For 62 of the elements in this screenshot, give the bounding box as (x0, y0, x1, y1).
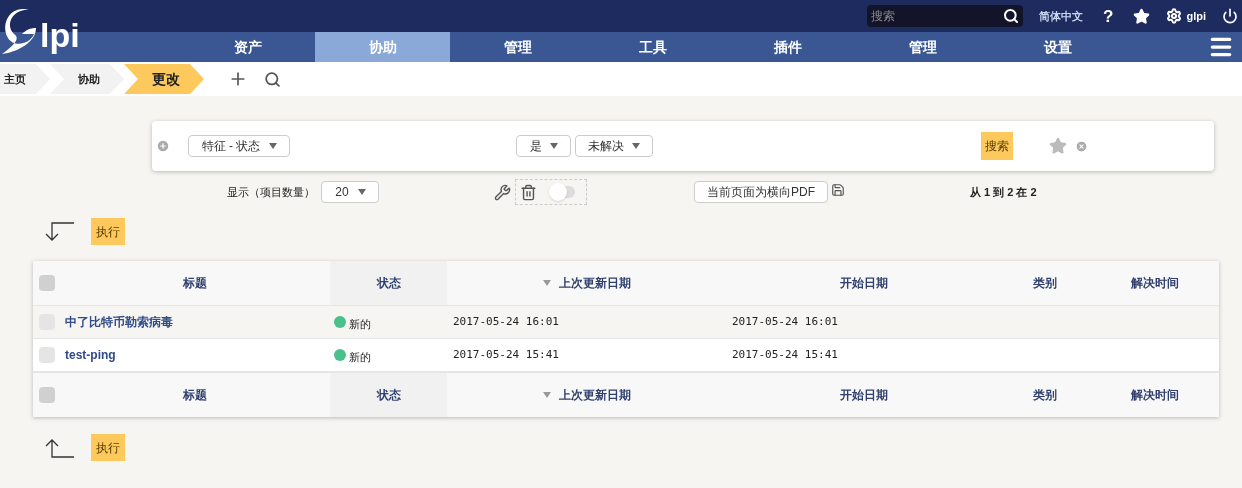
column-header[interactable]: 解决时间 (1130, 386, 1179, 404)
status-text: 新的 (349, 349, 371, 365)
column-header[interactable]: 类别 (1033, 274, 1057, 292)
nav-tab[interactable]: 工具 (585, 32, 720, 62)
breadcrumb-item[interactable]: 更改 (124, 64, 204, 94)
search-button[interactable]: 搜索 (981, 132, 1013, 160)
nav-tab[interactable]: 管理 (855, 32, 990, 62)
export-select[interactable]: 当前页面为横向PDF (694, 181, 828, 203)
column-header[interactable]: 解决时间 (1130, 274, 1179, 292)
field-select[interactable]: 特征 - 状态 (188, 135, 290, 157)
down-arrow-icon (44, 221, 74, 242)
column-header[interactable]: 标题 (183, 274, 207, 292)
search-field[interactable]: 搜索 (867, 5, 1024, 27)
caret-icon (269, 143, 277, 149)
select-all-checkbox[interactable] (38, 275, 55, 291)
user-link[interactable]: glpi (1186, 7, 1206, 25)
count-select[interactable]: 20 (321, 181, 379, 203)
trash-icon[interactable] (520, 183, 537, 201)
display-label: 显示（项目数量） (227, 184, 315, 200)
nav-tab[interactable]: 资产 (180, 32, 315, 62)
star-icon[interactable] (1133, 7, 1151, 25)
table-cell-text: 2017-05-24 16:01 (732, 313, 838, 330)
up-arrow-icon (44, 437, 74, 458)
table-cell-text: 2017-05-24 16:01 (453, 313, 559, 330)
column-header[interactable]: 标题 (183, 386, 207, 404)
breadcrumb-item[interactable]: 协助 (50, 64, 124, 94)
wrench-icon[interactable] (494, 183, 511, 201)
value-select[interactable]: 未解决 (575, 135, 653, 157)
ticket-link[interactable]: 中了比特币勒索病毒 (65, 313, 173, 331)
execute-button[interactable]: 执行 (91, 434, 125, 461)
caret-icon (632, 143, 640, 149)
language-link[interactable]: 简体中文 (1039, 7, 1084, 25)
operator-select[interactable]: 是 (516, 135, 571, 157)
logo-text: lpi (40, 18, 80, 52)
table-cell-text: 2017-05-24 15:41 (732, 346, 838, 363)
ticket-link[interactable]: test-ping (65, 346, 116, 364)
help-icon[interactable]: ? (1103, 7, 1114, 25)
power-icon[interactable] (1222, 8, 1238, 24)
search-icon[interactable] (264, 70, 281, 88)
execute-button[interactable]: 执行 (91, 218, 125, 245)
toggle-switch[interactable] (551, 186, 575, 198)
row-checkbox[interactable] (38, 347, 55, 363)
column-header[interactable]: 开始日期 (839, 274, 888, 292)
pagination-text: 从 1 到 2 在 2 (970, 184, 1037, 200)
nav-tab[interactable]: 设置 (990, 32, 1125, 62)
search-icon[interactable] (1003, 8, 1020, 24)
caret-icon (550, 143, 558, 149)
table-cell-text: 2017-05-24 15:41 (453, 346, 559, 363)
breadcrumb-item[interactable]: 主页 (0, 64, 50, 94)
nav-tab[interactable]: 管理 (450, 32, 585, 62)
nav-tab[interactable]: 插件 (720, 32, 855, 62)
column-header[interactable]: 状态 (376, 274, 401, 292)
save-icon[interactable] (831, 183, 845, 197)
select-all-checkbox[interactable] (38, 387, 55, 403)
column-header[interactable]: 上次更新日期 (559, 274, 631, 292)
column-header[interactable]: 开始日期 (839, 386, 888, 404)
column-header[interactable]: 类别 (1033, 386, 1057, 404)
caret-icon (358, 189, 366, 195)
column-header[interactable]: 状态 (376, 386, 401, 404)
column-header[interactable]: 上次更新日期 (559, 386, 631, 404)
status-text: 新的 (349, 316, 371, 332)
settings-icon[interactable] (1166, 8, 1183, 24)
